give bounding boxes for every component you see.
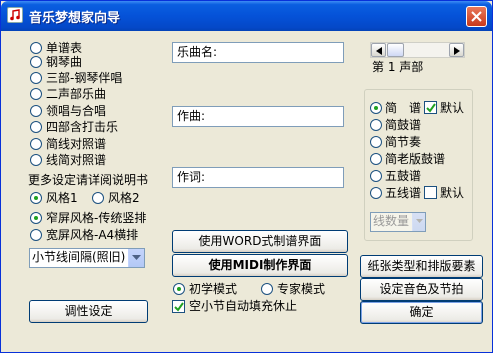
notation-label-1[interactable]: 简鼓谱	[385, 118, 421, 132]
notation-radio-1[interactable]	[370, 119, 382, 131]
bar-spacing-select[interactable]: 小节线间隔(照旧)	[29, 248, 145, 268]
score-type-label-1[interactable]: 钢琴曲	[46, 55, 82, 69]
auto-fill-rest-checkbox[interactable]	[172, 300, 185, 313]
part-scroll-thumb[interactable]	[387, 43, 404, 57]
layout-narrow-label[interactable]: 窄屏风格-传统竖排	[46, 211, 146, 225]
line-count-dropdown-arrow	[412, 213, 425, 231]
paper-layout-button[interactable]: 纸张类型和排版要素	[360, 255, 483, 278]
score-type-label-2[interactable]: 三部-钢琴伴唱	[46, 71, 122, 85]
bar-spacing-value: 小节线间隔(照旧)	[32, 250, 126, 264]
scroll-left-button[interactable]	[371, 43, 386, 57]
close-icon	[471, 11, 482, 22]
midi-interface-button[interactable]: 使用MIDI制作界面	[172, 254, 348, 277]
notation-label-5[interactable]: 五线谱	[385, 186, 421, 200]
part-label: 第 1 声部	[372, 60, 424, 74]
score-type-radio-6[interactable]	[30, 138, 42, 150]
title-bar[interactable]: 音乐梦想家向导	[1, 1, 492, 31]
settings-hint: 更多设定请详阅说明书	[28, 173, 149, 187]
style-1-radio[interactable]	[30, 192, 42, 204]
beginner-mode-label[interactable]: 初学模式	[189, 282, 237, 296]
staff-default-label[interactable]: 默认	[440, 186, 464, 200]
window-title: 音乐梦想家向导	[29, 11, 121, 26]
music-note-icon	[7, 7, 23, 23]
notation-label-4[interactable]: 五鼓谱	[385, 169, 421, 183]
score-type-radio-5[interactable]	[30, 121, 42, 133]
score-type-radio-1[interactable]	[30, 56, 42, 68]
ok-button[interactable]: 确定	[360, 301, 483, 324]
notation-label-0[interactable]: 简 谱	[385, 101, 421, 115]
jianpu-default-label[interactable]: 默认	[440, 101, 464, 115]
score-type-radio-7[interactable]	[30, 154, 42, 166]
score-type-label-3[interactable]: 二声部乐曲	[46, 87, 106, 101]
scroll-right-button[interactable]	[449, 43, 464, 57]
chevron-down-icon	[416, 219, 423, 223]
wizard-window: 音乐梦想家向导 单谱表 钢琴曲 三部-钢琴伴唱 二声部乐曲 领唱与合唱 四部含打…	[0, 0, 493, 353]
notation-label-2[interactable]: 简节奏	[385, 135, 421, 149]
timbre-meter-button[interactable]: 设定音色及节拍	[360, 278, 483, 301]
score-type-radio-0[interactable]	[30, 42, 42, 54]
style-2-label[interactable]: 风格2	[108, 191, 140, 205]
checkmark-icon	[426, 103, 436, 113]
chevron-down-icon	[132, 255, 141, 260]
tuning-settings-button[interactable]: 调性设定	[29, 300, 148, 323]
composer-field[interactable]: 作曲:	[172, 106, 344, 127]
arrow-left-icon	[376, 47, 382, 55]
jianpu-default-checkbox[interactable]	[424, 101, 437, 114]
notation-radio-0[interactable]	[370, 102, 382, 114]
auto-fill-rest-label[interactable]: 空小节自动填充休止	[189, 299, 297, 313]
layout-wide-label[interactable]: 宽屏风格-A4横排	[46, 228, 138, 242]
song-title-field[interactable]: 乐曲名:	[172, 42, 344, 63]
score-type-label-7[interactable]: 线简对照谱	[46, 153, 106, 167]
layout-narrow-radio[interactable]	[30, 212, 42, 224]
score-type-radio-2[interactable]	[30, 72, 42, 84]
score-type-label-5[interactable]: 四部含打击乐	[46, 120, 118, 134]
notation-radio-2[interactable]	[370, 136, 382, 148]
style-2-radio[interactable]	[92, 192, 104, 204]
line-count-value: 线数量	[373, 214, 410, 228]
staff-default-checkbox[interactable]	[424, 186, 437, 199]
word-style-button[interactable]: 使用WORD式制谱界面	[172, 230, 348, 253]
notation-radio-3[interactable]	[370, 153, 382, 165]
expert-mode-label[interactable]: 专家模式	[277, 282, 325, 296]
part-scrollbar[interactable]	[370, 42, 465, 58]
score-type-radio-3[interactable]	[30, 88, 42, 100]
expert-mode-radio[interactable]	[261, 283, 273, 295]
layout-wide-radio[interactable]	[30, 229, 42, 241]
arrow-right-icon	[454, 47, 460, 55]
lyricist-field[interactable]: 作词:	[172, 167, 344, 188]
notation-radio-4[interactable]	[370, 170, 382, 182]
score-type-label-0[interactable]: 单谱表	[46, 41, 82, 55]
line-count-select: 线数量	[370, 212, 426, 232]
score-type-radio-4[interactable]	[30, 105, 42, 117]
notation-radio-5[interactable]	[370, 187, 382, 199]
notation-label-3[interactable]: 简老版鼓谱	[385, 152, 445, 166]
beginner-mode-radio[interactable]	[173, 283, 185, 295]
checkmark-icon	[174, 302, 184, 312]
close-button[interactable]	[466, 6, 487, 27]
score-type-label-6[interactable]: 简线对照谱	[46, 137, 106, 151]
score-type-label-4[interactable]: 领唱与合唱	[46, 104, 106, 118]
bar-spacing-dropdown-arrow[interactable]	[128, 249, 144, 267]
style-1-label[interactable]: 风格1	[46, 191, 78, 205]
